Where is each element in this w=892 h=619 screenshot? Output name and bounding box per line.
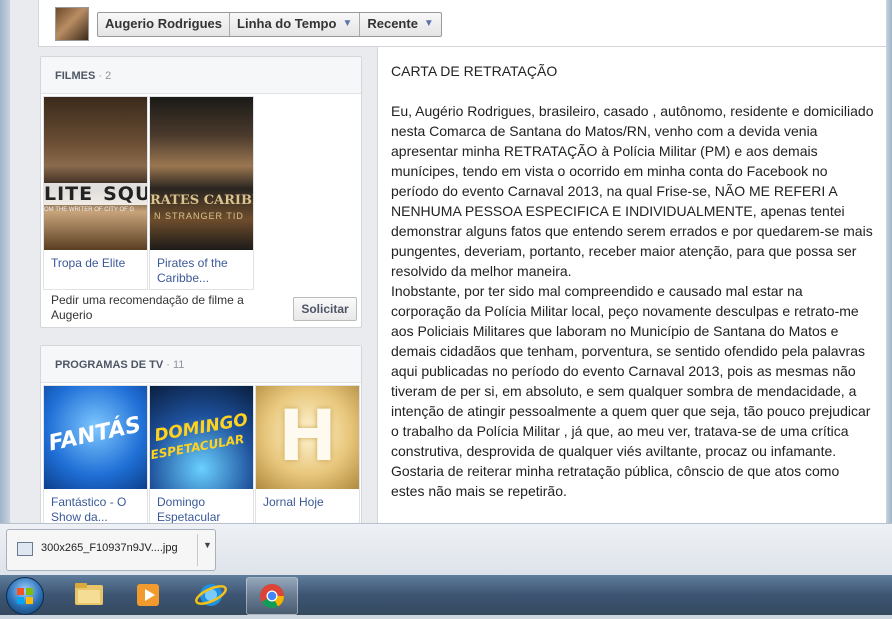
films-title: FILMES [55,70,96,82]
download-bar: 300x265_F10937n9JV....jpg ▼ [0,523,892,576]
letter-heading: CARTA DE RETRATAÇÃO [391,63,558,79]
films-panel-header[interactable]: FILMES · 2 [41,57,361,94]
profile-avatar[interactable] [55,7,89,41]
film-poster-pirates: RATES CARIBE N STRANGER TID [150,97,253,250]
tv-poster-jornal-hoje: H [256,386,359,489]
folder-icon[interactable] [64,577,114,613]
film-tile-tropa-de-elite[interactable]: LITE SQU OM THE WRITER OF CITY OF G Tropa… [43,96,148,290]
timeline-header: Augerio Rodrigues Linha do Tempo ▼ Recent… [38,0,886,47]
chrome-icon[interactable] [246,577,298,615]
window-frame-right [886,0,892,575]
film-poster-tropa-de-elite: LITE SQU OM THE WRITER OF CITY OF G [44,97,147,250]
profile-name: Augerio Rodrigues [105,16,223,31]
download-filename: 300x265_F10937n9JV....jpg [41,542,178,554]
poster-caption: OM THE WRITER OF CITY OF G [44,207,135,213]
films-panel: FILMES · 2 LITE SQU OM THE WRITER OF CITY… [40,56,362,328]
download-item[interactable]: 300x265_F10937n9JV....jpg ▼ [6,529,216,571]
window-frame-left [0,0,10,575]
request-recommendation-button[interactable]: Solicitar [293,297,357,321]
poster-text: SQU [103,183,147,205]
tv-title: PROGRAMAS DE TV [55,359,164,371]
recent-dropdown[interactable]: Recente ▼ [360,13,440,36]
tv-title-item[interactable]: Fantástico - O Show da... [44,489,147,523]
poster-caption: N STRANGER TID [154,211,244,221]
films-count: · 2 [98,70,112,82]
tv-title-item[interactable]: Jornal Hoje [256,489,359,516]
recommend-text: Pedir uma recomendação de filme a Augeri… [51,293,244,322]
poster-text: CARIBE [203,193,253,208]
chevron-down-icon: ▼ [423,18,434,29]
film-title[interactable]: Pirates of the Caribbe... [150,250,253,292]
tv-count: · 11 [166,359,185,371]
tv-panel-header[interactable]: PROGRAMAS DE TV · 11 [41,346,361,383]
timeline-nav: Augerio Rodrigues Linha do Tempo ▼ Recent… [97,12,442,37]
divider [197,534,198,566]
letter-paragraph: Inobstante, por ter sido mal compreendid… [391,283,871,459]
media-player-icon[interactable] [124,577,174,613]
tv-panel: PROGRAMAS DE TV · 11 FANTÁS Fantástico -… [40,345,362,523]
poster-text: FANTÁS [46,412,144,457]
timeline-dropdown[interactable]: Linha do Tempo ▼ [230,13,361,36]
tv-poster-fantastico: FANTÁS [44,386,147,489]
letter-paragraph: Eu, Augério Rodrigues, brasileiro, casad… [391,103,874,279]
poster-text: H [278,395,337,477]
post-content: CARTA DE RETRATAÇÃO Eu, Augério Rodrigue… [377,47,886,523]
tv-tile-jornal-hoje[interactable]: H Jornal Hoje [255,385,360,523]
tv-tile-domingo[interactable]: DOMINGO ESPETACULAR Domingo Espetacular [149,385,254,523]
tv-title-item[interactable]: Domingo Espetacular [150,489,253,523]
chevron-down-icon[interactable]: ▼ [203,540,212,550]
recent-label: Recente [367,16,418,31]
chevron-down-icon: ▼ [342,18,353,29]
film-title[interactable]: Tropa de Elite [44,250,147,277]
tv-tile-fantastico[interactable]: FANTÁS Fantástico - O Show da... [43,385,148,523]
letter-paragraph: Gostaria de reiterar minha retratação pú… [391,463,840,499]
browser-viewport: Augerio Rodrigues Linha do Tempo ▼ Recent… [10,0,886,523]
film-tile-pirates[interactable]: RATES CARIBE N STRANGER TID Pirates of t… [149,96,254,290]
start-orb-icon[interactable] [6,577,44,615]
poster-text: LITE [44,183,94,205]
image-file-icon [17,542,33,556]
taskbar [0,575,892,615]
tv-poster-domingo: DOMINGO ESPETACULAR [150,386,253,489]
timeline-label: Linha do Tempo [237,16,337,31]
poster-text: RATES [150,193,200,208]
profile-name-button[interactable]: Augerio Rodrigues [98,13,231,36]
internet-explorer-icon[interactable] [186,577,236,613]
